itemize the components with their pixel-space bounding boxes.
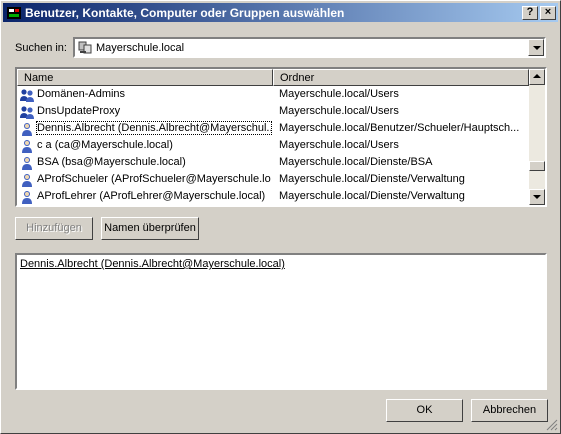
dialog-window: Benutzer, Kontakte, Computer oder Gruppe… [0,0,561,434]
group-icon [19,104,35,120]
column-header-folder[interactable]: Ordner [273,69,529,86]
selected-name-entry[interactable]: Dennis.Albrecht (Dennis.Albrecht@Mayersc… [20,258,285,270]
row-folder-cell: Mayerschule.local/Users [279,105,399,117]
cancel-button[interactable]: Abbrechen [471,399,548,422]
vertical-scrollbar[interactable] [529,69,545,205]
dropdown-arrow-button[interactable] [528,39,544,56]
table-row[interactable]: AProfLehrer (AProfLehrer@Mayerschule.loc… [17,188,529,205]
group-icon [19,87,35,103]
user-icon [19,138,35,154]
user-icon [19,155,35,171]
row-name-cell: Dennis.Albrecht (Dennis.Albrecht@Mayersc… [36,121,272,135]
results-list[interactable]: Name Ordner Domänen-Admins Mayerschule.lo… [15,67,547,207]
help-button[interactable]: ? [522,6,538,20]
check-names-button[interactable]: Namen überprüfen [101,217,199,240]
table-row[interactable]: BSA (bsa@Mayerschule.local) Mayerschule.l… [17,154,529,171]
scroll-down-button[interactable] [529,189,545,205]
domain-icon [78,41,92,54]
table-row[interactable]: Dennis.Albrecht (Dennis.Albrecht@Mayersc… [17,120,529,137]
look-in-label: Suchen in: [15,42,67,54]
row-name-cell: AProfSchueler (AProfSchueler@Mayerschule… [37,173,271,185]
row-name-cell: Domänen-Admins [37,88,126,100]
scroll-thumb[interactable] [529,161,545,171]
row-folder-cell: Mayerschule.local/Dienste/Verwaltung [279,173,465,185]
user-icon [19,189,35,205]
row-folder-cell: Mayerschule.local/Benutzer/Schueler/Haup… [279,122,520,134]
table-row[interactable]: c a (ca@Mayerschule.local) Mayerschule.lo… [17,137,529,154]
row-folder-cell: Mayerschule.local/Users [279,139,399,151]
table-row[interactable]: DnsUpdateProxy Mayerschule.local/Users [17,103,529,120]
row-name-cell: AProfLehrer (AProfLehrer@Mayerschule.loc… [37,190,266,202]
app-icon [7,7,21,19]
user-icon [19,172,35,188]
add-button[interactable]: Hinzufügen [15,217,93,240]
row-folder-cell: Mayerschule.local/Dienste/BSA [279,156,433,168]
arrow-down-icon [533,195,541,199]
arrow-up-icon [533,74,541,78]
row-name-cell: c a (ca@Mayerschule.local) [37,139,173,151]
scroll-up-button[interactable] [529,69,545,85]
look-in-dropdown[interactable]: Mayerschule.local [73,37,546,58]
selected-names-box[interactable]: Dennis.Albrecht (Dennis.Albrecht@Mayersc… [15,253,547,390]
user-icon [19,121,35,137]
column-header-name[interactable]: Name [17,69,273,86]
row-folder-cell: Mayerschule.local/Dienste/Verwaltung [279,190,465,202]
close-button[interactable]: × [540,6,556,20]
row-folder-cell: Mayerschule.local/Users [279,88,399,100]
title-bar[interactable]: Benutzer, Kontakte, Computer oder Gruppe… [3,3,558,22]
window-title: Benutzer, Kontakte, Computer oder Gruppe… [25,6,345,20]
table-row[interactable]: Domänen-Admins Mayerschule.local/Users [17,86,529,103]
look-in-value: Mayerschule.local [96,42,185,54]
table-row[interactable]: AProfSchueler (AProfSchueler@Mayerschule… [17,171,529,188]
row-name-cell: BSA (bsa@Mayerschule.local) [37,156,186,168]
row-name-cell: DnsUpdateProxy [37,105,121,117]
ok-button[interactable]: OK [386,399,463,422]
chevron-down-icon [533,46,541,50]
resize-grip-icon[interactable] [546,419,558,431]
